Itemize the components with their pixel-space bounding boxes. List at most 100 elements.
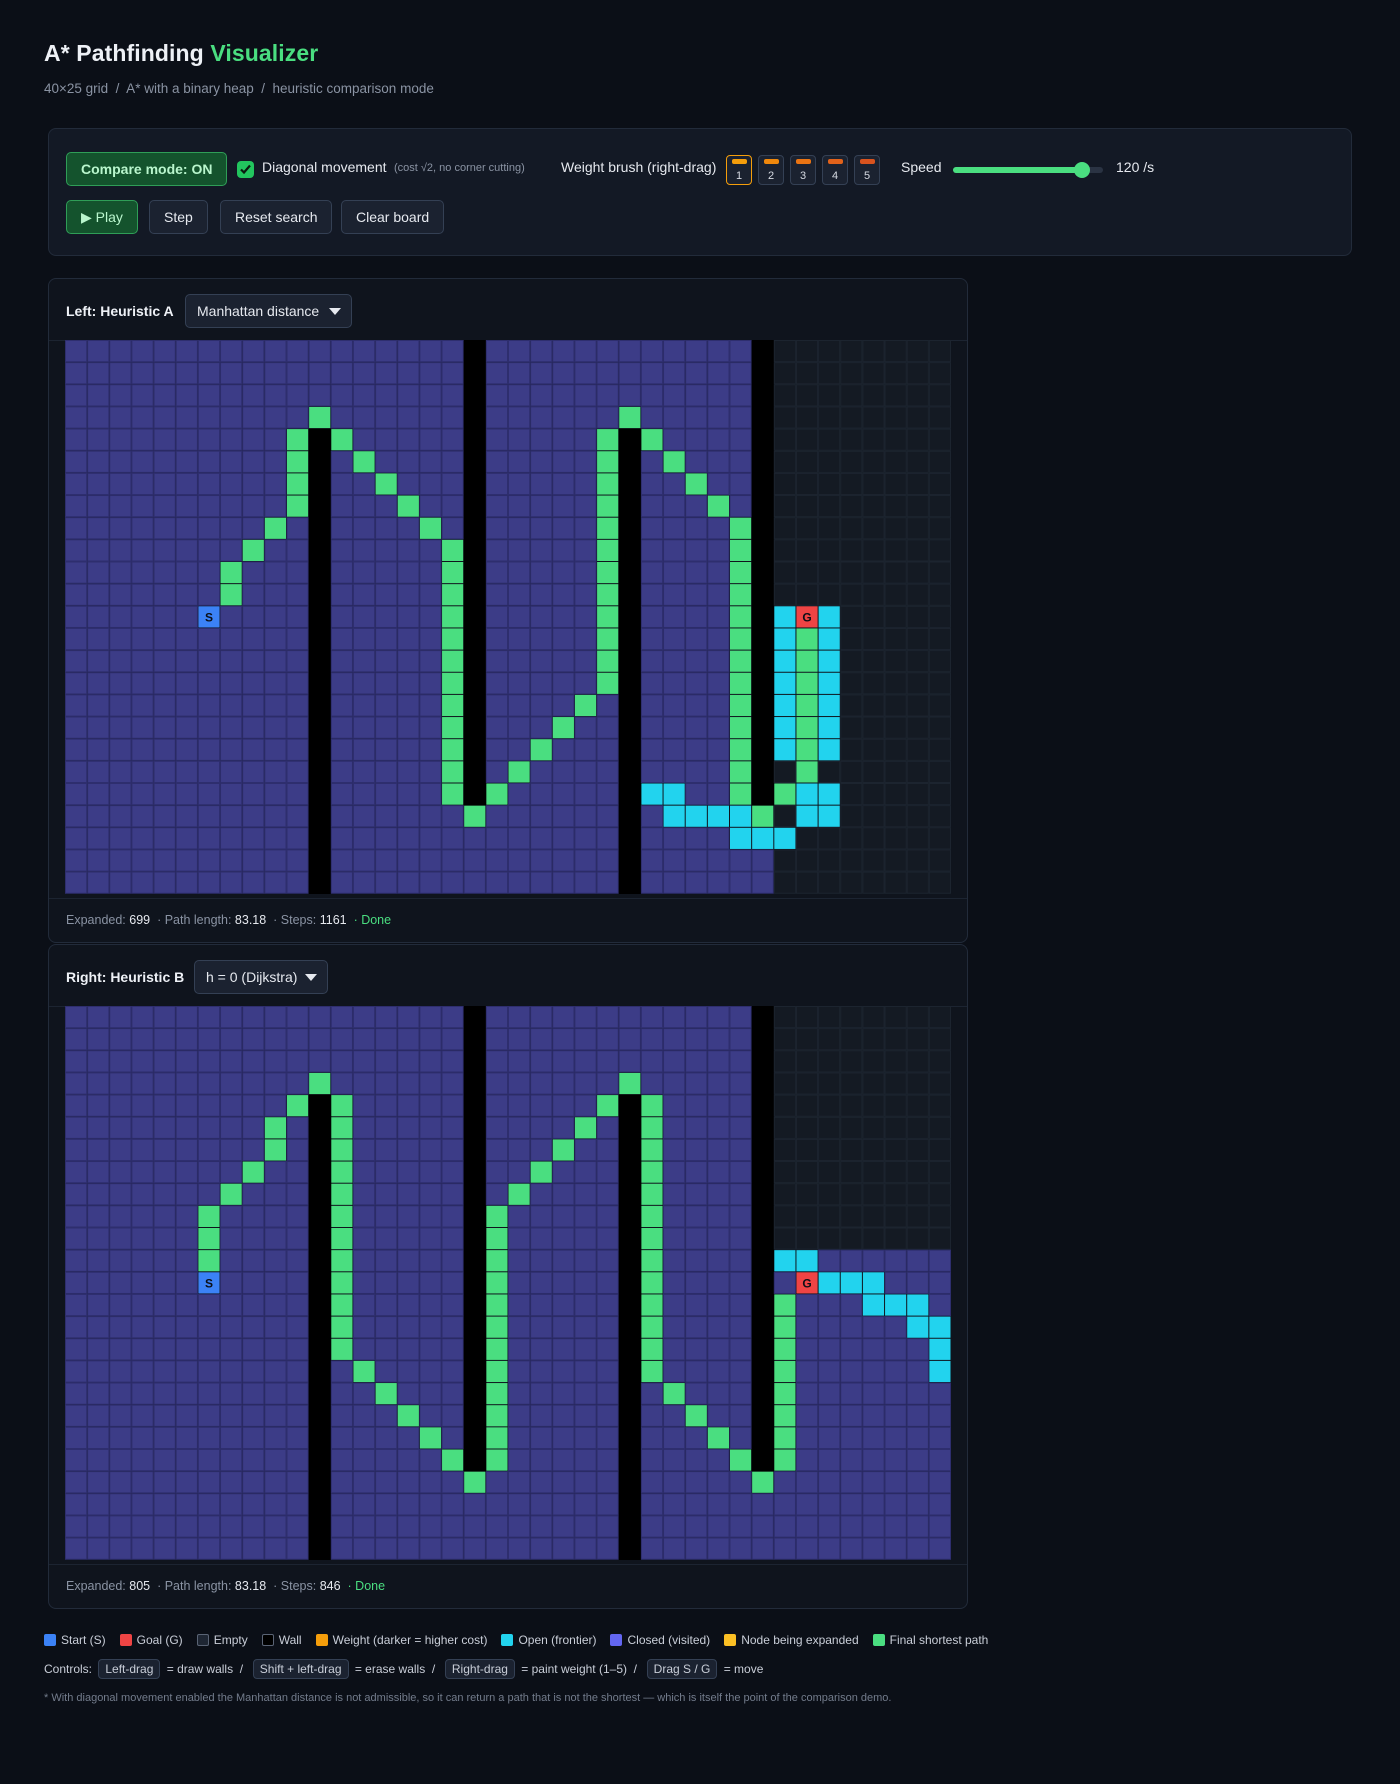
cell-closed xyxy=(397,760,420,784)
cell-empty xyxy=(840,539,863,562)
diagonal-checkbox[interactable] xyxy=(237,161,254,178)
cell-closed xyxy=(175,495,198,518)
cell-closed xyxy=(308,340,331,363)
cell-closed xyxy=(663,539,686,562)
cell-closed xyxy=(530,1006,553,1029)
cell-closed xyxy=(884,1404,907,1427)
cell-empty xyxy=(818,871,841,894)
weight-brush-2[interactable]: 2 xyxy=(758,155,784,185)
cell-closed xyxy=(352,650,376,673)
left-grid[interactable]: SG xyxy=(65,340,951,894)
cell-empty xyxy=(840,517,863,540)
cell-wall xyxy=(308,1227,332,1251)
cell-closed xyxy=(153,1537,176,1560)
play-button[interactable]: ▶ Play xyxy=(66,200,138,234)
cell-closed xyxy=(640,605,664,628)
weight-brush-1[interactable]: 1 xyxy=(726,155,752,185)
cell-closed xyxy=(441,1471,464,1494)
cell-closed xyxy=(640,362,664,385)
legend-swatch xyxy=(119,1634,132,1646)
cell-closed xyxy=(840,1426,863,1450)
cell-wall xyxy=(618,1227,642,1251)
cell-wall xyxy=(618,1205,642,1228)
cell-wall xyxy=(751,428,775,452)
cell-closed xyxy=(707,827,730,850)
weight-brush-3[interactable]: 3 xyxy=(790,155,816,185)
cell-empty xyxy=(928,1138,951,1162)
cell-closed xyxy=(530,1094,553,1117)
cell-closed xyxy=(375,871,398,894)
cell-closed xyxy=(375,783,398,806)
compare-mode-button[interactable]: Compare mode: ON xyxy=(66,152,228,186)
cell-closed xyxy=(574,1205,597,1228)
cell-path xyxy=(486,1228,508,1250)
cell-empty xyxy=(795,849,819,872)
cell-closed xyxy=(242,472,265,496)
cell-path xyxy=(796,672,818,694)
cell-empty xyxy=(928,340,951,363)
cell-closed xyxy=(220,1050,243,1073)
cell-closed xyxy=(352,1249,376,1272)
cell-wall xyxy=(308,1183,332,1206)
weight-brush-4[interactable]: 4 xyxy=(822,155,848,185)
cell-closed xyxy=(663,472,686,496)
cell-closed xyxy=(375,1183,398,1206)
cell-empty xyxy=(884,1138,907,1162)
cell-closed xyxy=(773,1471,796,1494)
left-heuristic-select[interactable]: Manhattan distance xyxy=(185,294,352,328)
cell-closed xyxy=(330,1515,353,1538)
cell-closed xyxy=(419,650,442,673)
cell-closed xyxy=(928,1382,951,1405)
cell-empty xyxy=(818,561,841,584)
cell-closed xyxy=(153,783,176,806)
cell-closed xyxy=(375,1028,398,1051)
cell-path xyxy=(552,717,574,739)
right-stats: Expanded: 805 · Path length: 83.18 · Ste… xyxy=(66,1579,385,1593)
cell-closed xyxy=(131,1271,154,1294)
cell-closed xyxy=(375,1094,398,1117)
cell-wall xyxy=(463,605,487,629)
cell-closed xyxy=(375,1072,398,1095)
cell-closed xyxy=(685,1493,708,1516)
cell-wall xyxy=(463,406,487,430)
cell-closed xyxy=(707,428,730,451)
cell-empty xyxy=(840,849,863,872)
cell-path xyxy=(730,717,752,739)
cell-closed xyxy=(352,1537,376,1560)
cell-closed xyxy=(131,849,154,872)
clear-board-button[interactable]: Clear board xyxy=(341,200,445,234)
legend-swatch xyxy=(501,1634,514,1646)
cell-empty xyxy=(818,827,841,850)
right-heuristic-select[interactable]: h = 0 (Dijkstra) xyxy=(194,960,328,994)
cell-wall xyxy=(308,1271,332,1295)
cell-closed xyxy=(153,1227,176,1250)
cell-closed xyxy=(508,1471,531,1494)
weight-brush-5[interactable]: 5 xyxy=(854,155,880,185)
cell-closed xyxy=(640,1382,664,1405)
step-button[interactable]: Step xyxy=(149,200,208,234)
cell-closed xyxy=(375,1404,398,1427)
cell-closed xyxy=(773,1271,796,1294)
cell-closed xyxy=(906,1426,929,1450)
cell-closed xyxy=(242,495,265,518)
right-grid[interactable]: SG xyxy=(65,1006,951,1560)
cell-empty xyxy=(840,605,863,628)
cell-path xyxy=(442,761,464,783)
cell-closed xyxy=(663,1028,686,1051)
cell-closed xyxy=(663,1471,686,1494)
cell-closed xyxy=(862,1515,885,1538)
cell-closed xyxy=(596,827,619,850)
cell-closed xyxy=(862,1382,885,1405)
speed-slider-thumb[interactable] xyxy=(1073,162,1090,178)
reset-search-button[interactable]: Reset search xyxy=(220,200,333,234)
cell-closed xyxy=(574,1316,597,1339)
cell-closed xyxy=(131,472,154,496)
cell-closed xyxy=(419,627,442,651)
cell-closed xyxy=(663,1006,686,1029)
cell-closed xyxy=(197,627,221,651)
cell-wall xyxy=(463,1293,487,1317)
cell-closed xyxy=(220,539,243,562)
cell-closed xyxy=(330,827,353,850)
cell-closed xyxy=(264,1028,287,1051)
cell-closed xyxy=(352,1161,376,1184)
